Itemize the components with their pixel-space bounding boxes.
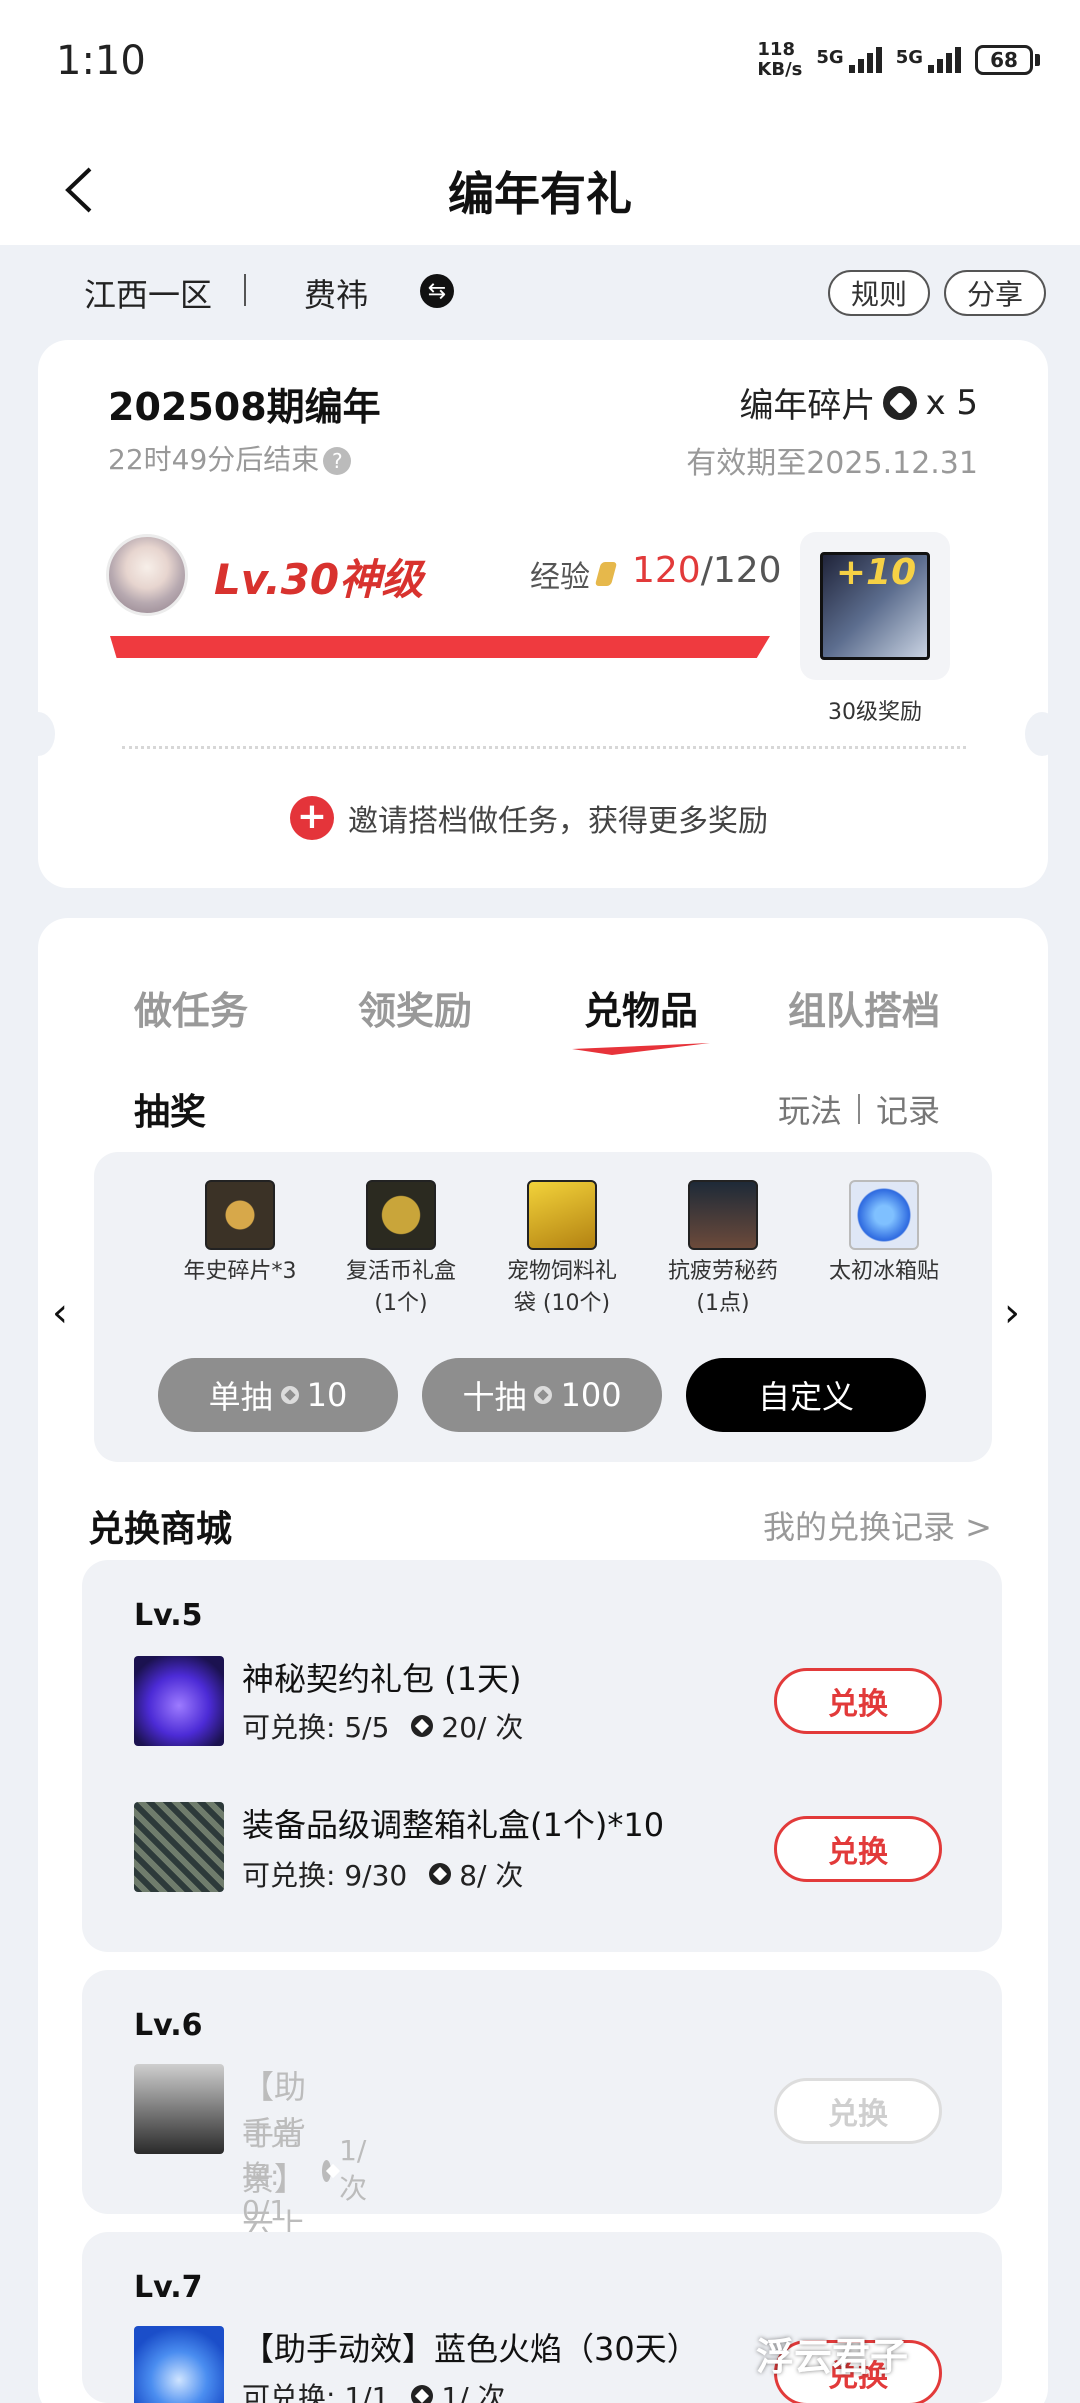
fridge-magnet-icon [849,1180,919,1250]
chevron-left-icon[interactable]: ‹ [52,1290,68,1336]
item-meta: 可兑换: 1/1 1/ 次 [242,2376,506,2403]
revive-coin-icon [366,1180,436,1250]
signal-label: 5G [895,47,923,68]
pet-food-icon [527,1180,597,1250]
prize-item[interactable]: 太初冰箱贴 [814,1180,954,1288]
switch-account-icon[interactable]: ⇆ [420,274,454,308]
exp-icon [594,562,618,586]
avatar [106,534,188,616]
valid-until: 有效期至2025.12.31 [686,446,978,481]
status-time: 1:10 [56,38,146,84]
lottery-title: 抽奖 [134,1092,207,1133]
exp-progress-bar [110,636,770,658]
tab-tasks[interactable]: 做任务 [134,980,248,1035]
signal-icon: 5G [816,47,882,73]
share-button[interactable]: 分享 [944,270,1046,316]
level-badge: Lv.30神级 [214,555,424,604]
item-meta: 可兑换: 5/5 20/ 次 [242,1711,524,1744]
background-image-icon [134,2064,224,2154]
prize-item[interactable]: 宠物饲料礼 袋 (10个) [492,1180,632,1320]
plus-icon: + [290,796,334,840]
prize-item[interactable]: 年史碎片*3 [170,1180,310,1288]
records-link[interactable]: 记录 [876,1086,940,1132]
watermark: 浮云君子 [756,2335,909,2379]
help-icon[interactable]: ? [323,447,352,475]
signal-label: 5G [816,47,844,68]
fragment-icon [883,385,918,420]
reward-label: 30级奖励 [828,700,922,725]
prize-item[interactable]: 抗疲劳秘药 (1点) [653,1180,793,1320]
rules-link[interactable]: 玩法 [778,1086,842,1132]
divider [857,1094,860,1124]
signal-icon: 5G [896,47,961,73]
exp-value: 120/120 [632,550,782,591]
season-period: 202508期编年 [108,385,381,429]
exchange-button[interactable]: 兑换 [774,1816,942,1882]
reward-badge: +10 [835,552,917,593]
blue-flame-icon [134,2326,224,2403]
item-name: 装备品级调整箱礼盒(1个)*10 [242,1806,665,1844]
level-label: Lv.5 [134,1598,203,1633]
tab-rewards[interactable]: 领奖励 [358,980,472,1035]
fragment-icon [534,1386,553,1404]
item-name: 【助手动效】蓝色火焰（30天） [242,2330,699,2368]
custom-draw-button[interactable]: 自定义 [686,1358,926,1432]
dotted-divider [122,746,966,749]
net-speed: 118 KB/s [757,39,803,80]
potion-icon [688,1180,758,1250]
exchange-records-link[interactable]: 我的兑换记录 > [763,1502,992,1548]
fragment-count: 编年碎片 x 5 [739,382,978,427]
card-notch-left [21,712,55,756]
fragment-icon [411,2385,434,2403]
divider [244,274,246,306]
active-tab-indicator [572,1040,710,1055]
exp-label: 经验 [530,552,618,596]
item-meta: 可兑换: 9/30 8/ 次 [242,1859,524,1892]
level-label: Lv.6 [134,2008,203,2043]
fragment-icon [411,1715,434,1737]
invite-partner-link[interactable]: + 邀请搭档做任务，获得更多奖励 [290,796,768,840]
level-group [82,1560,1002,1952]
ten-draw-button[interactable]: 十抽 100 [422,1358,662,1432]
status-icons: 118 KB/s 5G 5G 68 [757,40,1040,80]
character-name[interactable]: 费祎 [304,270,368,316]
lottery-links: 玩法 记录 [778,1086,940,1132]
equipment-box-icon [134,1802,224,1892]
shop-title: 兑换商城 [88,1509,233,1550]
fragment-icon [429,1863,452,1885]
item-name: 神秘契约礼包 (1天) [242,1660,522,1698]
fragment-icon [322,2159,332,2182]
battery-icon: 68 [975,45,1033,75]
chevron-right-icon[interactable]: › [1004,1290,1020,1336]
prize-item[interactable]: 复活币礼盒 (1个) [331,1180,471,1320]
tab-team[interactable]: 组队搭档 [788,980,940,1035]
season-countdown: 22时49分后结束? [108,438,352,478]
battery-cap [1035,54,1040,66]
mystery-bag-icon [134,1656,224,1746]
fragment-prize-icon [205,1180,275,1250]
page-title: 编年有礼 [448,167,632,221]
item-meta: 可兑换: 0/1 1/ 次 [242,2119,368,2227]
exchange-button[interactable]: 兑换 [774,1668,942,1734]
single-draw-button[interactable]: 单抽 10 [158,1358,398,1432]
fragment-icon [280,1386,299,1404]
level-label: Lv.7 [134,2270,203,2305]
card-notch-right [1025,712,1059,756]
server-region[interactable]: 江西一区 [84,270,212,316]
tab-exchange[interactable]: 兑物品 [584,980,698,1035]
rules-button[interactable]: 规则 [828,270,930,316]
exchange-button[interactable]: 兑换 [774,2078,942,2144]
